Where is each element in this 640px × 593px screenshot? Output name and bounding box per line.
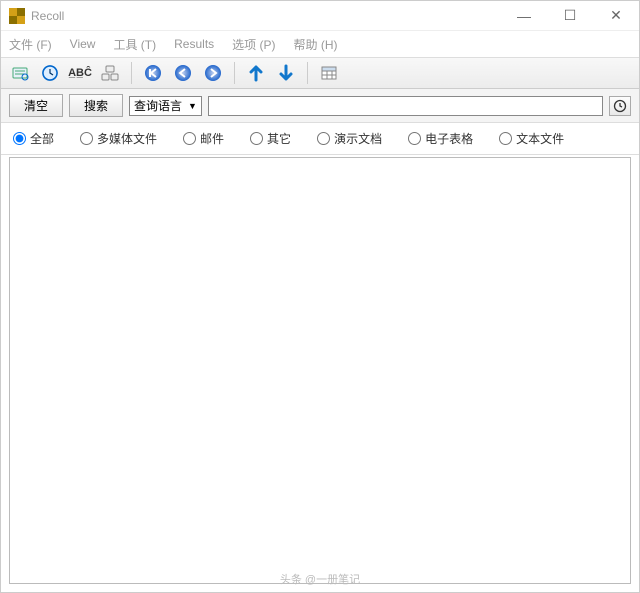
toolbar: A̲B̲Ĉ bbox=[1, 57, 639, 89]
menubar: 文件 (F) View 工具 (T) Results 选项 (P) 帮助 (H) bbox=[1, 31, 639, 57]
filter-spreadsheet[interactable]: 电子表格 bbox=[408, 130, 473, 147]
menu-help[interactable]: 帮助 (H) bbox=[294, 36, 338, 53]
search-button[interactable]: 搜索 bbox=[69, 94, 123, 117]
chevron-down-icon: ▼ bbox=[188, 101, 197, 111]
separator bbox=[234, 62, 235, 84]
table-view-icon[interactable] bbox=[316, 60, 342, 86]
sort-desc-icon[interactable] bbox=[273, 60, 299, 86]
categories-icon[interactable] bbox=[97, 60, 123, 86]
spellcheck-icon[interactable]: A̲B̲Ĉ bbox=[67, 60, 93, 86]
clock-icon[interactable] bbox=[37, 60, 63, 86]
search-input[interactable] bbox=[208, 96, 603, 116]
filter-mail[interactable]: 邮件 bbox=[183, 130, 224, 147]
separator bbox=[131, 62, 132, 84]
query-type-select[interactable]: 查询语言 ▼ bbox=[129, 96, 202, 116]
menu-view[interactable]: View bbox=[70, 37, 96, 51]
window-title: Recoll bbox=[31, 9, 501, 23]
index-icon[interactable] bbox=[7, 60, 33, 86]
app-window: Recoll ― ☐ ✕ 文件 (F) View 工具 (T) Results … bbox=[0, 0, 640, 593]
prev-page-icon[interactable] bbox=[170, 60, 196, 86]
query-type-label: 查询语言 bbox=[134, 97, 182, 114]
menu-options[interactable]: 选项 (P) bbox=[232, 36, 275, 53]
menu-tools[interactable]: 工具 (T) bbox=[113, 36, 156, 53]
searchbar: 清空 搜索 查询语言 ▼ bbox=[1, 89, 639, 123]
filter-text[interactable]: 文本文件 bbox=[499, 130, 564, 147]
titlebar: Recoll ― ☐ ✕ bbox=[1, 1, 639, 31]
history-button[interactable] bbox=[609, 96, 631, 116]
close-button[interactable]: ✕ bbox=[593, 1, 639, 31]
history-icon bbox=[613, 99, 627, 113]
menu-results[interactable]: Results bbox=[174, 37, 214, 51]
maximize-button[interactable]: ☐ bbox=[547, 1, 593, 31]
app-icon bbox=[9, 8, 25, 24]
clear-button[interactable]: 清空 bbox=[9, 94, 63, 117]
window-controls: ― ☐ ✕ bbox=[501, 1, 639, 31]
minimize-button[interactable]: ― bbox=[501, 1, 547, 31]
filter-media[interactable]: 多媒体文件 bbox=[80, 130, 157, 147]
sort-asc-icon[interactable] bbox=[243, 60, 269, 86]
filter-bar: 全部 多媒体文件 邮件 其它 演示文档 电子表格 文本文件 bbox=[1, 123, 639, 155]
next-page-icon[interactable] bbox=[200, 60, 226, 86]
menu-file[interactable]: 文件 (F) bbox=[9, 36, 52, 53]
filter-all[interactable]: 全部 bbox=[13, 130, 54, 147]
filter-other[interactable]: 其它 bbox=[250, 130, 291, 147]
results-pane bbox=[9, 157, 631, 584]
separator bbox=[307, 62, 308, 84]
filter-presentation[interactable]: 演示文档 bbox=[317, 130, 382, 147]
first-page-icon[interactable] bbox=[140, 60, 166, 86]
